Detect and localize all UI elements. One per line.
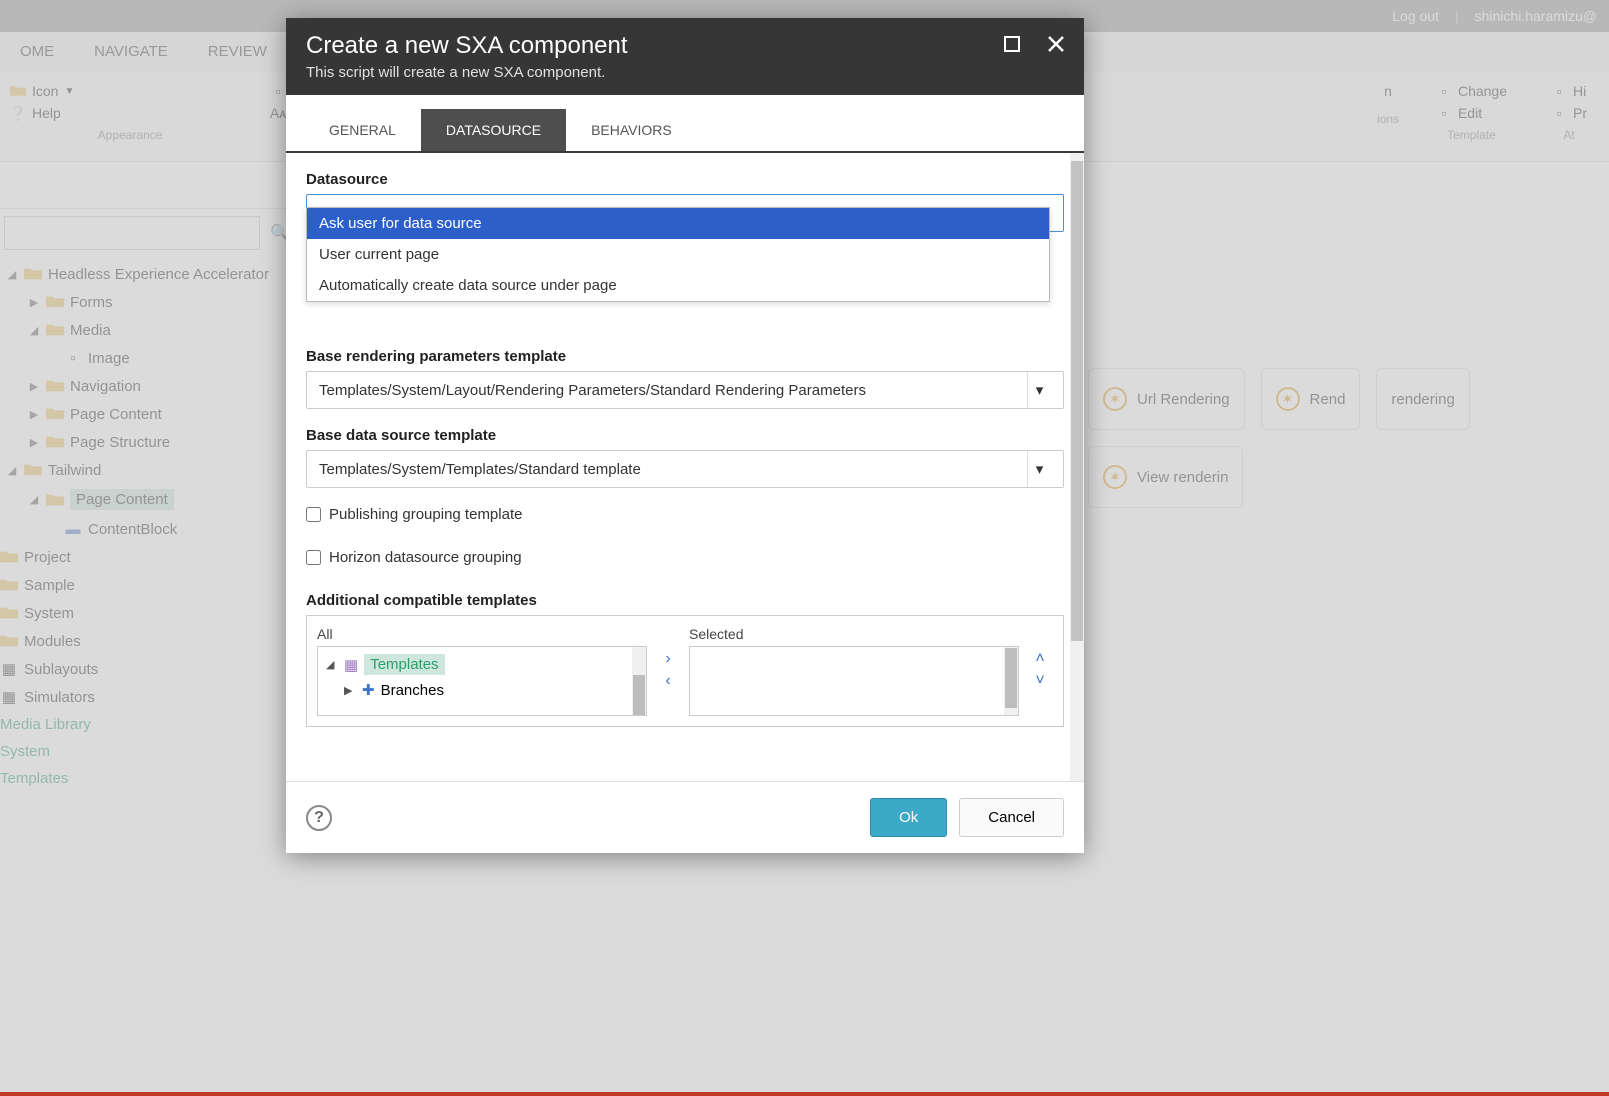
collapse-icon[interactable]: ◢: [326, 658, 338, 671]
datasource-option-1[interactable]: User current page: [307, 239, 1049, 270]
horizon-grouping-row[interactable]: Horizon datasource grouping: [306, 549, 1064, 566]
datasource-dropdown: Ask user for data source User current pa…: [306, 207, 1050, 302]
move-left-button[interactable]: ‹: [665, 672, 670, 690]
additional-templates-label: Additional compatible templates: [306, 592, 1064, 609]
chevron-down-icon[interactable]: ▾: [1027, 451, 1051, 487]
datasource-option-0[interactable]: Ask user for data source: [307, 208, 1049, 239]
modal-header: Create a new SXA component This script w…: [286, 18, 1084, 95]
move-down-button[interactable]: ˅: [1035, 672, 1044, 690]
brp-value: Templates/System/Layout/Rendering Parame…: [319, 382, 866, 399]
dual-all-listbox[interactable]: ◢ ▦ Templates ▶ ✚ Branches: [317, 646, 647, 716]
horizon-grouping-label: Horizon datasource grouping: [329, 549, 522, 566]
brp-label: Base rendering parameters template: [306, 348, 1064, 365]
move-up-button[interactable]: ˄: [1035, 650, 1044, 668]
dual-templates-label: Templates: [364, 654, 444, 675]
tab-behaviors[interactable]: BEHAVIORS: [566, 109, 697, 151]
pub-grouping-label: Publishing grouping template: [329, 506, 522, 523]
tab-datasource[interactable]: DATASOURCE: [421, 109, 566, 151]
bds-value: Templates/System/Templates/Standard temp…: [319, 461, 641, 478]
modal-footer: ? Ok Cancel: [286, 781, 1084, 853]
scrollbar-thumb[interactable]: [633, 675, 645, 715]
dual-selected-label: Selected: [689, 626, 1019, 642]
puzzle-icon: ✚: [362, 681, 375, 699]
dual-branches-node[interactable]: ▶ ✚ Branches: [324, 678, 640, 702]
chevron-down-icon[interactable]: ▾: [1027, 372, 1051, 408]
modal-tabs: GENERAL DATASOURCE BEHAVIORS: [286, 95, 1084, 151]
ok-button[interactable]: Ok: [870, 798, 947, 837]
tab-general[interactable]: GENERAL: [304, 109, 421, 151]
move-right-button[interactable]: ›: [665, 650, 670, 668]
dual-templates-node[interactable]: ◢ ▦ Templates: [324, 651, 640, 678]
dual-selected-listbox[interactable]: [689, 646, 1019, 716]
status-bar: [0, 1092, 1609, 1096]
dual-all-label: All: [317, 626, 647, 642]
dual-order-buttons: ˄ ˅: [1027, 626, 1053, 716]
scrollbar-thumb[interactable]: [1005, 648, 1017, 708]
dual-move-buttons: › ‹: [655, 626, 681, 716]
datasource-label: Datasource: [306, 171, 1064, 188]
scrollbar-thumb[interactable]: [1071, 161, 1083, 641]
expand-icon[interactable]: ▶: [344, 684, 356, 697]
maximize-button[interactable]: [998, 30, 1026, 58]
bds-select[interactable]: Templates/System/Templates/Standard temp…: [306, 450, 1064, 488]
modal-subtitle: This script will create a new SXA compon…: [306, 64, 1064, 81]
help-button[interactable]: ?: [306, 805, 332, 831]
create-component-modal: Create a new SXA component This script w…: [286, 18, 1084, 853]
modal-title: Create a new SXA component: [306, 32, 1064, 60]
modal-body: Datasource Ask user for data source Ask …: [286, 151, 1084, 781]
pub-grouping-row[interactable]: Publishing grouping template: [306, 506, 1064, 523]
scrollbar[interactable]: [1070, 153, 1084, 781]
cancel-button[interactable]: Cancel: [959, 798, 1064, 837]
additional-templates-selector: All ◢ ▦ Templates ▶ ✚ Branches: [306, 615, 1064, 727]
scrollbar[interactable]: [1004, 647, 1018, 715]
scrollbar[interactable]: [632, 647, 646, 715]
brp-select[interactable]: Templates/System/Layout/Rendering Parame…: [306, 371, 1064, 409]
template-icon: ▦: [344, 656, 358, 674]
pub-grouping-checkbox[interactable]: [306, 507, 321, 522]
dual-branches-label: Branches: [381, 682, 444, 699]
close-button[interactable]: [1042, 30, 1070, 58]
bds-label: Base data source template: [306, 427, 1064, 444]
horizon-grouping-checkbox[interactable]: [306, 550, 321, 565]
datasource-option-2[interactable]: Automatically create data source under p…: [307, 270, 1049, 301]
